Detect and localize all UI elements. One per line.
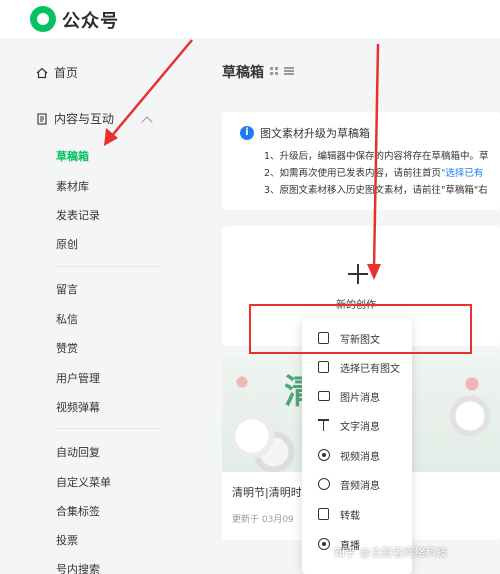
audio-icon — [318, 478, 330, 490]
chevron-up-icon[interactable] — [141, 116, 153, 128]
home-icon — [36, 67, 48, 78]
document-icon — [37, 112, 47, 125]
page-title: 草稿箱 — [222, 65, 264, 81]
sidebar-item-comments[interactable]: 留言 — [56, 281, 78, 297]
sidebar-item-users[interactable]: 用户管理 — [56, 370, 100, 386]
app-title: 公众号 — [62, 11, 119, 32]
notice-link[interactable]: "选择已有 — [441, 168, 483, 179]
upgrade-notice: i 图文素材升级为草稿箱 1、升级后，编辑器中保存的内容将存在草稿箱中。草 2、… — [222, 112, 500, 210]
notice-title: 图文素材升级为草稿箱 — [260, 127, 370, 140]
list-view-icon[interactable] — [284, 67, 294, 75]
menu-item-label: 转载 — [340, 510, 360, 522]
menu-item-repost[interactable]: 转载 — [302, 500, 412, 528]
text-icon — [318, 419, 329, 431]
watermark: 知乎 @主舵者网络科技 — [334, 546, 448, 559]
sidebar-divider — [56, 266, 160, 267]
sidebar-item-appreciation[interactable]: 赞赏 — [56, 340, 78, 356]
info-icon: i — [240, 126, 254, 140]
menu-item-text-message[interactable]: 文字消息 — [302, 411, 412, 439]
live-icon — [318, 538, 330, 550]
new-creation-menu: 写新图文 选择已有图文 图片消息 文字消息 视频消息 音频消息 转载 直播 — [302, 318, 412, 574]
sidebar-item-drafts[interactable]: 草稿箱 — [56, 148, 89, 164]
menu-item-video-message[interactable]: 视频消息 — [302, 441, 412, 469]
repost-icon — [318, 508, 329, 520]
menu-item-label: 图片消息 — [340, 392, 380, 404]
plus-icon — [348, 264, 368, 284]
sidebar-item-materials[interactable]: 素材库 — [56, 178, 89, 194]
menu-item-label: 选择已有图文 — [340, 363, 400, 375]
annotation-highlight-box — [249, 304, 472, 354]
menu-item-label: 文字消息 — [340, 421, 380, 433]
sidebar-item-video-danmaku[interactable]: 视频弹幕 — [56, 399, 100, 415]
sidebar-item-home[interactable]: 首页 — [36, 64, 78, 81]
sidebar-section-label: 内容与互动 — [54, 112, 115, 126]
menu-item-audio-message[interactable]: 音频消息 — [302, 470, 412, 498]
sidebar-item-original[interactable]: 原创 — [56, 236, 78, 252]
sidebar-item-custom-menu[interactable]: 自定义菜单 — [56, 474, 111, 490]
video-icon — [318, 449, 330, 461]
sidebar-item-search[interactable]: 号内搜索 — [56, 561, 100, 574]
notice-line: 2、如需再次使用已发表内容，请前往首页"选择已有 — [264, 165, 483, 179]
sidebar-divider — [56, 428, 160, 429]
sidebar-item-publish-records[interactable]: 发表记录 — [56, 207, 100, 223]
menu-item-image-message[interactable]: 图片消息 — [302, 382, 412, 410]
sidebar-item-collection-tags[interactable]: 合集标签 — [56, 503, 100, 519]
top-bar: 公众号 — [0, 0, 500, 38]
wechat-logo-icon — [30, 6, 56, 32]
sidebar-item-auto-reply[interactable]: 自动回复 — [56, 444, 100, 460]
image-icon — [318, 391, 330, 401]
menu-item-label: 音频消息 — [340, 480, 380, 492]
article-title: 清明节|清明时 — [232, 486, 302, 499]
menu-item-select-article[interactable]: 选择已有图文 — [302, 353, 412, 381]
notice-line-text: 2、如需再次使用已发表内容，请前往首页 — [264, 168, 442, 179]
notice-line: 3、原图文素材移入历史图文素材，请前往"草稿箱"右 — [264, 185, 488, 196]
sidebar: 首页 内容与互动 草稿箱 素材库 发表记录 原创 留言 私信 赞赏 用户管理 视… — [0, 38, 190, 574]
sidebar-section-content[interactable]: 内容与互动 — [36, 110, 114, 127]
grid-view-icon[interactable] — [270, 67, 278, 75]
sidebar-item-vote[interactable]: 投票 — [56, 532, 78, 548]
doc-select-icon — [318, 361, 329, 373]
article-updated-time: 更新于 03月09 — [232, 515, 294, 525]
sidebar-item-label: 首页 — [54, 66, 79, 80]
sidebar-item-messages[interactable]: 私信 — [56, 311, 78, 327]
menu-item-label: 视频消息 — [340, 451, 380, 463]
notice-line: 1、升级后，编辑器中保存的内容将存在草稿箱中。草 — [264, 151, 489, 162]
